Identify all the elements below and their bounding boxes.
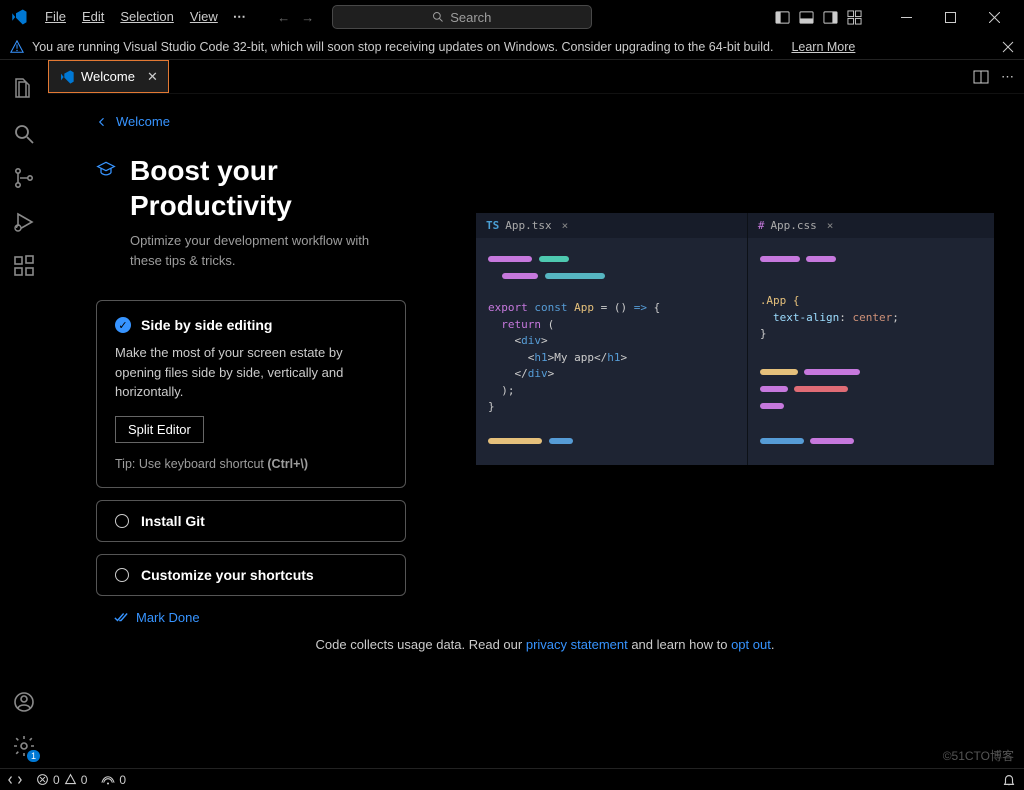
privacy-statement-link[interactable]: privacy statement [526, 637, 628, 652]
search-icon [432, 11, 444, 23]
activity-settings-icon[interactable]: 1 [0, 724, 48, 768]
activity-explorer-icon[interactable] [0, 68, 48, 112]
check-all-icon [114, 610, 128, 624]
card-title: Customize your shortcuts [141, 567, 314, 583]
card-body: Make the most of your screen estate by o… [115, 343, 387, 402]
tab-title: Welcome [81, 69, 135, 84]
card-side-by-side[interactable]: ✓ Side by side editing Make the most of … [96, 300, 406, 488]
vscode-tab-icon [59, 69, 75, 85]
circle-icon [115, 568, 129, 582]
ports-status[interactable]: 0 [101, 773, 126, 787]
status-bar: 0 0 0 [0, 768, 1024, 790]
vscode-logo-icon [10, 8, 28, 26]
opt-out-link[interactable]: opt out [731, 637, 771, 652]
card-tip: Tip: Use keyboard shortcut (Ctrl+\) [115, 457, 387, 471]
menu-file[interactable]: File [38, 5, 73, 29]
search-placeholder: Search [450, 10, 491, 25]
window-minimize-icon[interactable] [884, 2, 928, 32]
toggle-panel-icon[interactable] [798, 9, 814, 25]
toggle-primary-sidebar-icon[interactable] [774, 9, 790, 25]
settings-badge: 1 [27, 750, 40, 762]
window-maximize-icon[interactable] [928, 2, 972, 32]
notification-close-icon[interactable] [1002, 41, 1014, 53]
breadcrumb-back[interactable]: Welcome [96, 114, 994, 129]
preview-pane-css: # App.css × .App { text-align: center; } [748, 213, 994, 465]
notification-banner: You are running Visual Studio Code 32-bi… [0, 34, 1024, 60]
menu-bar: File Edit Selection View ⋯ [38, 5, 252, 29]
chevron-left-icon [96, 116, 108, 128]
graduation-cap-icon [96, 159, 116, 179]
nav-back-icon[interactable]: ← [274, 7, 294, 27]
more-actions-icon[interactable]: ⋯ [1001, 69, 1014, 85]
remote-indicator[interactable] [8, 773, 22, 787]
command-center[interactable]: Search [332, 5, 592, 29]
customize-layout-icon[interactable] [846, 9, 862, 25]
privacy-notice: Code collects usage data. Read our priva… [96, 625, 994, 668]
problems-status[interactable]: 0 0 [36, 773, 87, 787]
split-editor-button[interactable]: Split Editor [115, 416, 204, 443]
window-controls [884, 2, 1016, 32]
mark-done-link[interactable]: Mark Done [114, 610, 436, 625]
activity-extensions-icon[interactable] [0, 244, 48, 288]
card-install-git[interactable]: Install Git [96, 500, 406, 542]
activity-accounts-icon[interactable] [0, 680, 48, 724]
activity-search-icon[interactable] [0, 112, 48, 156]
breadcrumb-label: Welcome [116, 114, 170, 129]
card-title: Install Git [141, 513, 205, 529]
check-circle-icon: ✓ [115, 317, 131, 333]
nav-arrows: ← → [274, 7, 318, 27]
menu-edit[interactable]: Edit [75, 5, 111, 29]
notification-text: You are running Visual Studio Code 32-bi… [32, 40, 773, 54]
activity-run-debug-icon[interactable] [0, 200, 48, 244]
tab-close-icon[interactable]: ✕ [147, 69, 158, 85]
notifications-status-icon[interactable] [1002, 773, 1016, 787]
notification-learn-more[interactable]: Learn More [791, 40, 855, 54]
circle-icon [115, 514, 129, 528]
card-customize-shortcuts[interactable]: Customize your shortcuts [96, 554, 406, 596]
tab-bar: Welcome ✕ ⋯ [48, 60, 1024, 94]
menu-selection[interactable]: Selection [113, 5, 180, 29]
card-title: Side by side editing [141, 317, 272, 333]
menu-view[interactable]: View [183, 5, 225, 29]
page-heading: Boost yourProductivity [130, 153, 390, 223]
preview-illustration: TS App.tsx × export const App = () => { … [476, 213, 994, 465]
menu-more-icon[interactable]: ⋯ [227, 5, 252, 29]
toggle-secondary-sidebar-icon[interactable] [822, 9, 838, 25]
split-editor-right-icon[interactable] [973, 69, 989, 85]
layout-controls [774, 9, 862, 25]
preview-pane-tsx: TS App.tsx × export const App = () => { … [476, 213, 748, 465]
window-close-icon[interactable] [972, 2, 1016, 32]
nav-forward-icon[interactable]: → [298, 7, 318, 27]
activity-source-control-icon[interactable] [0, 156, 48, 200]
page-subtitle: Optimize your development workflow with … [130, 231, 390, 270]
editor-area: Welcome ✕ ⋯ Welcome [48, 60, 1024, 768]
activity-bar: 1 [0, 60, 48, 768]
title-bar: File Edit Selection View ⋯ ← → Search [0, 0, 1024, 34]
welcome-page: Welcome Boost yourProductivity Optimize … [48, 94, 1024, 768]
warning-icon [10, 40, 24, 54]
tab-welcome[interactable]: Welcome ✕ [48, 60, 169, 93]
